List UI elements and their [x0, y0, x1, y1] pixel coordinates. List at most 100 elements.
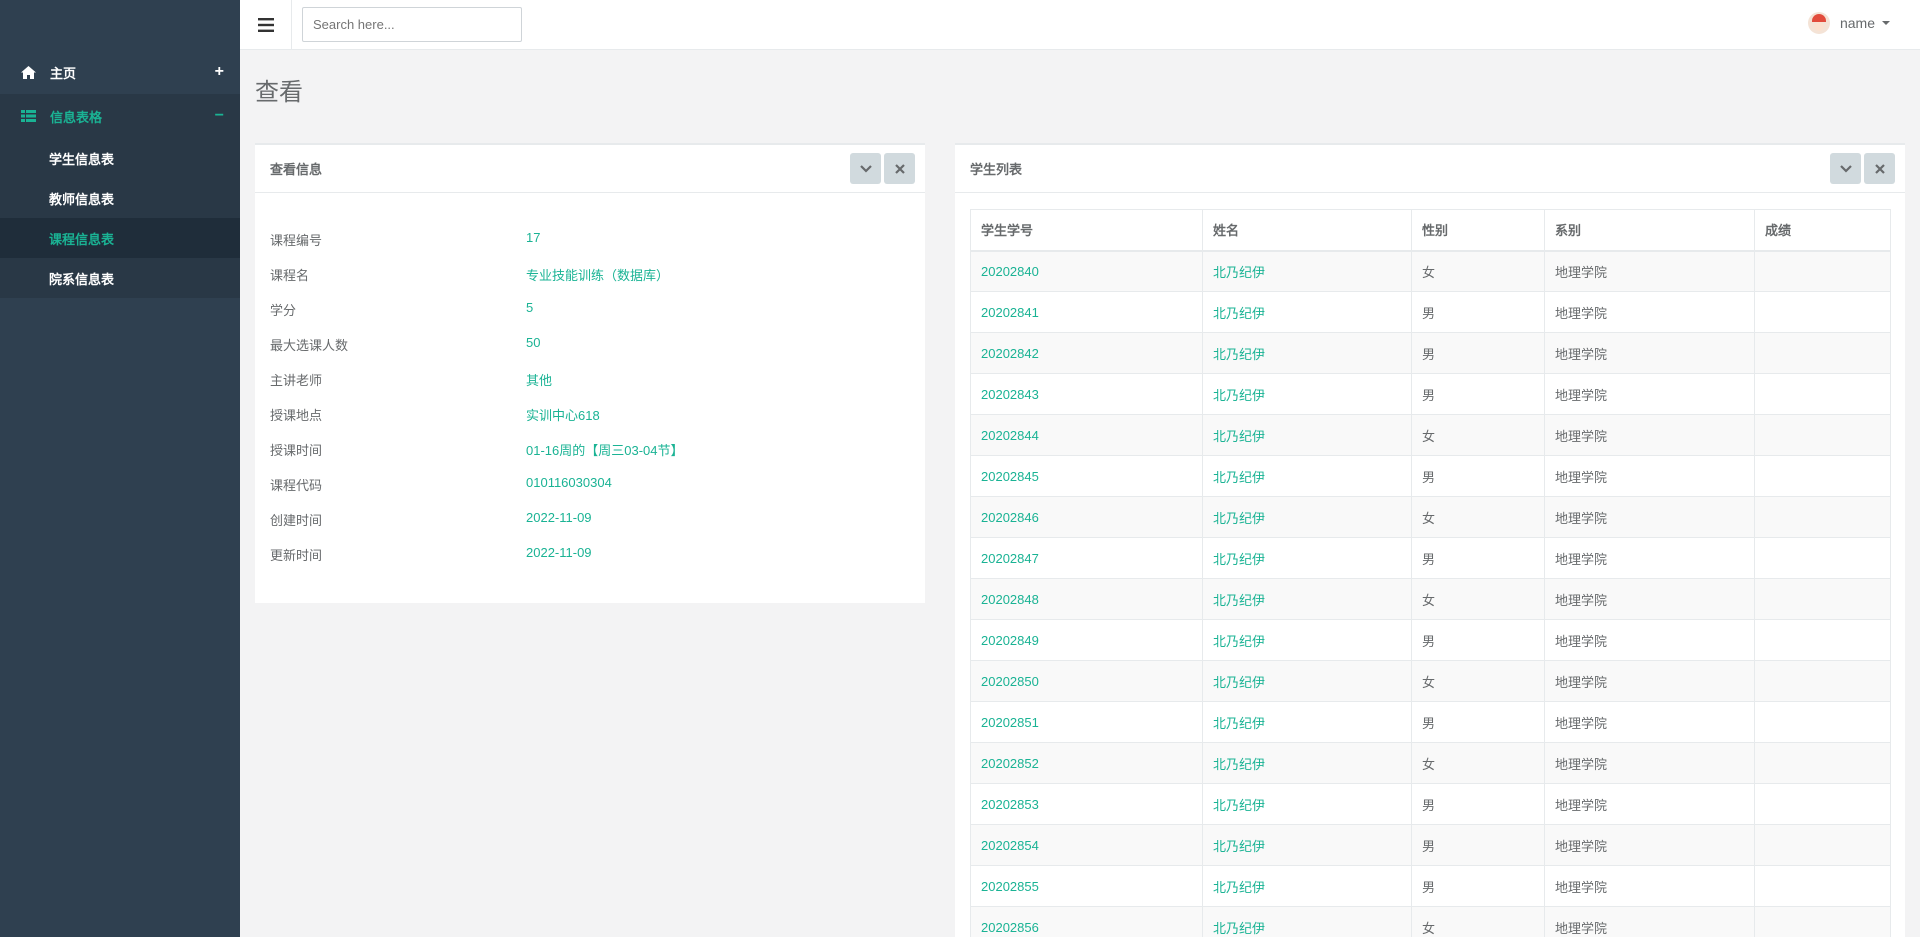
student-name-link[interactable]: 北乃纪伊: [1202, 701, 1412, 743]
column-header[interactable]: 性别: [1411, 209, 1545, 252]
student-name-link[interactable]: 北乃纪伊: [1202, 742, 1412, 784]
student-id-link[interactable]: 20202845: [970, 455, 1203, 497]
sidebar-item-courses[interactable]: 课程信息表: [0, 218, 240, 258]
column-header[interactable]: 学生学号: [970, 209, 1203, 252]
student-name-link[interactable]: 北乃纪伊: [1202, 414, 1412, 456]
nav-item-home[interactable]: 主页 +: [0, 50, 240, 94]
close-button[interactable]: [1864, 153, 1895, 184]
student-name-link[interactable]: 北乃纪伊: [1202, 332, 1412, 374]
gender-cell: 女: [1411, 660, 1545, 702]
student-id-link[interactable]: 20202855: [970, 865, 1203, 907]
table-row: 20202843 北乃纪伊男地理学院: [970, 373, 1891, 415]
column-header[interactable]: 姓名: [1202, 209, 1412, 252]
sidebar-item-departments[interactable]: 院系信息表: [0, 258, 240, 298]
score-cell: [1754, 701, 1891, 743]
student-id-link[interactable]: 20202840: [970, 250, 1203, 292]
gender-cell: 女: [1411, 250, 1545, 292]
student-name-link[interactable]: 北乃纪伊: [1202, 824, 1412, 866]
info-label: 课程编号: [270, 233, 323, 248]
table-row: 20202852 北乃纪伊女地理学院: [970, 742, 1891, 784]
sidebar: 主页 + 信息表格 − 学生信息表 教师信息表 课程信息表 院系信息表: [0, 0, 240, 937]
student-name-link[interactable]: 北乃纪伊: [1202, 537, 1412, 579]
score-cell: [1754, 496, 1891, 538]
column-header[interactable]: 成绩: [1754, 209, 1891, 252]
info-value: 其他: [526, 373, 553, 388]
student-id-link[interactable]: 20202850: [970, 660, 1203, 702]
gender-cell: 女: [1411, 742, 1545, 784]
student-name-link[interactable]: 北乃纪伊: [1202, 906, 1412, 937]
list-panel-header: 学生列表: [955, 143, 1905, 193]
info-value: 17: [526, 230, 541, 245]
student-name-link[interactable]: 北乃纪伊: [1202, 783, 1412, 825]
student-name-link[interactable]: 北乃纪伊: [1202, 455, 1412, 497]
student-id-link[interactable]: 20202842: [970, 332, 1203, 374]
student-id-link[interactable]: 20202849: [970, 619, 1203, 661]
avatar: [1807, 12, 1830, 34]
student-id-link[interactable]: 20202844: [970, 414, 1203, 456]
department-cell: 地理学院: [1544, 742, 1755, 784]
table-row: 20202847 北乃纪伊男地理学院: [970, 537, 1891, 579]
department-cell: 地理学院: [1544, 660, 1755, 702]
sidebar-item-teachers[interactable]: 教师信息表: [0, 178, 240, 218]
close-button[interactable]: [884, 153, 915, 184]
department-cell: 地理学院: [1544, 455, 1755, 497]
gender-cell: 男: [1411, 537, 1545, 579]
score-cell: [1754, 865, 1891, 907]
department-cell: 地理学院: [1544, 824, 1755, 866]
student-id-link[interactable]: 20202851: [970, 701, 1203, 743]
student-name-link[interactable]: 北乃纪伊: [1202, 619, 1412, 661]
table-icon: [20, 108, 36, 124]
score-cell: [1754, 660, 1891, 702]
hamburger-icon: [257, 18, 274, 32]
student-name-link[interactable]: 北乃纪伊: [1202, 578, 1412, 620]
department-cell: 地理学院: [1544, 701, 1755, 743]
table-row: 20202841 北乃纪伊男地理学院: [970, 291, 1891, 333]
hamburger-button[interactable]: [240, 0, 292, 50]
table-row: 20202848 北乃纪伊女地理学院: [970, 578, 1891, 620]
student-name-link[interactable]: 北乃纪伊: [1202, 291, 1412, 333]
student-name-link[interactable]: 北乃纪伊: [1202, 373, 1412, 415]
student-name-link[interactable]: 北乃纪伊: [1202, 865, 1412, 907]
column-header[interactable]: 系别: [1544, 209, 1755, 252]
table-row: 20202844 北乃纪伊女地理学院: [970, 414, 1891, 456]
info-label: 更新时间: [270, 548, 323, 563]
info-label: 主讲老师: [270, 373, 323, 388]
search-input[interactable]: [302, 7, 522, 42]
student-id-link[interactable]: 20202854: [970, 824, 1203, 866]
score-cell: [1754, 824, 1891, 866]
department-cell: 地理学院: [1544, 291, 1755, 333]
student-name-link[interactable]: 北乃纪伊: [1202, 660, 1412, 702]
student-id-link[interactable]: 20202856: [970, 906, 1203, 937]
table-row: 20202849 北乃纪伊男地理学院: [970, 619, 1891, 661]
department-cell: 地理学院: [1544, 332, 1755, 374]
gender-cell: 男: [1411, 783, 1545, 825]
collapse-icon: −: [214, 107, 224, 124]
student-id-link[interactable]: 20202843: [970, 373, 1203, 415]
student-name-link[interactable]: 北乃纪伊: [1202, 496, 1412, 538]
student-id-link[interactable]: 20202852: [970, 742, 1203, 784]
student-id-link[interactable]: 20202853: [970, 783, 1203, 825]
collapse-button[interactable]: [850, 153, 881, 184]
student-id-link[interactable]: 20202847: [970, 537, 1203, 579]
list-panel-title: 学生列表: [970, 162, 1023, 177]
info-value: 2022-11-09: [526, 510, 592, 525]
sidebar-item-students[interactable]: 学生信息表: [0, 138, 240, 178]
score-cell: [1754, 578, 1891, 620]
info-panel-header: 查看信息: [255, 143, 925, 193]
student-id-link[interactable]: 20202846: [970, 496, 1203, 538]
department-cell: 地理学院: [1544, 537, 1755, 579]
page-title: 查看: [255, 79, 303, 106]
panel-tools: [850, 153, 915, 184]
gender-cell: 女: [1411, 578, 1545, 620]
table-row: 20202856 北乃纪伊女地理学院: [970, 906, 1891, 937]
collapse-button[interactable]: [1830, 153, 1861, 184]
student-id-link[interactable]: 20202841: [970, 291, 1203, 333]
table-body: 20202840 北乃纪伊女地理学院 20202841 北乃纪伊男地理学院 202028…: [970, 250, 1891, 937]
student-name-link[interactable]: 北乃纪伊: [1202, 250, 1412, 292]
department-cell: 地理学院: [1544, 906, 1755, 937]
nav-item-info-tables[interactable]: 信息表格 −: [0, 94, 240, 138]
home-icon: [20, 64, 36, 80]
student-id-link[interactable]: 20202848: [970, 578, 1203, 620]
score-cell: [1754, 291, 1891, 333]
user-menu[interactable]: name: [1807, 12, 1890, 34]
